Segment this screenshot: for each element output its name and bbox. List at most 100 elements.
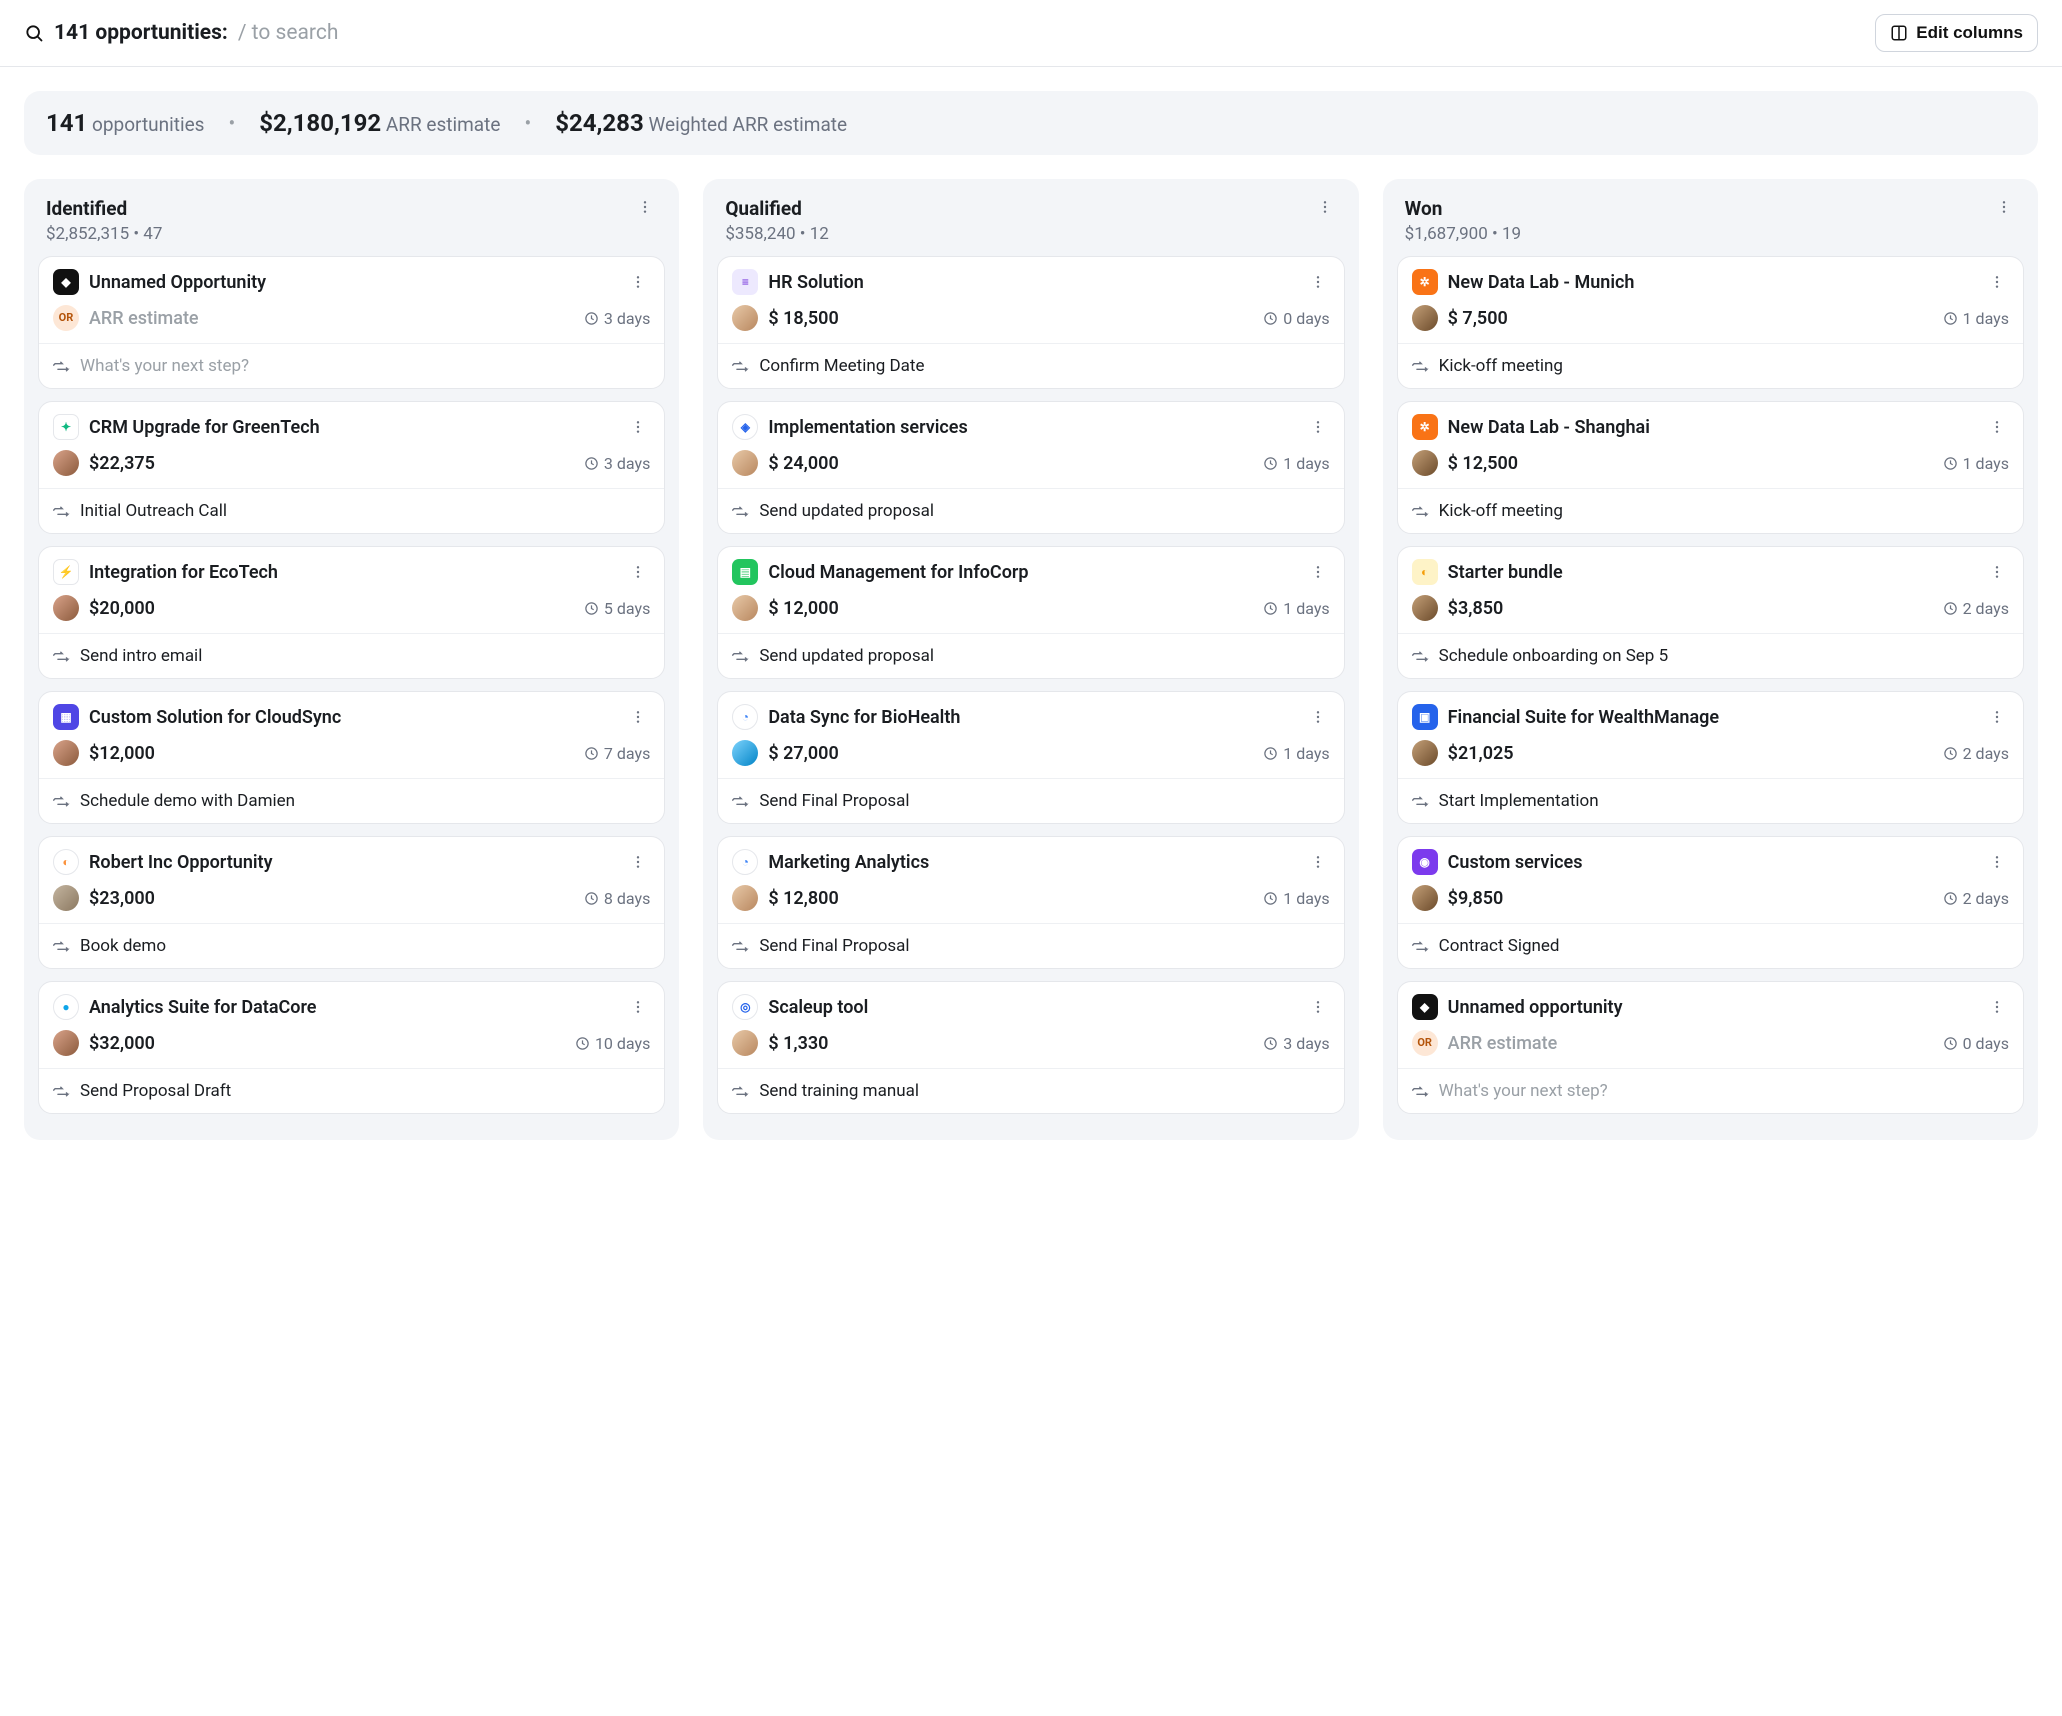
card-menu-button[interactable]: [1985, 419, 2009, 435]
days-in-stage: 2 days: [1943, 889, 2009, 908]
card-menu-button[interactable]: [1985, 854, 2009, 870]
owner-avatar: [53, 595, 79, 621]
column-menu-button[interactable]: [633, 197, 657, 217]
opportunity-card[interactable]: ◆ Unnamed Opportunity OR ARR estimate 3 …: [38, 256, 665, 389]
owner-avatar: [53, 885, 79, 911]
company-logo: ▣: [1412, 704, 1438, 730]
card-menu-button[interactable]: [1985, 709, 2009, 725]
opportunity-card[interactable]: ≡ HR Solution $ 18,500 0 days Confirm Me…: [717, 256, 1344, 389]
opportunity-title: Implementation services: [768, 417, 1295, 438]
search-icon: [24, 23, 44, 43]
card-menu-button[interactable]: [1306, 274, 1330, 290]
next-step-icon: [53, 938, 70, 955]
next-step-row[interactable]: Start Implementation: [1398, 779, 2023, 823]
next-step-row[interactable]: Send updated proposal: [718, 634, 1343, 678]
search-count-label: 141 opportunities:: [54, 21, 228, 45]
card-menu-button[interactable]: [1306, 709, 1330, 725]
next-step-row[interactable]: Initial Outreach Call: [39, 489, 664, 533]
next-step-row[interactable]: Send training manual: [718, 1069, 1343, 1113]
next-step-icon: [1412, 503, 1429, 520]
arr-amount: ARR estimate: [1448, 1033, 1558, 1054]
card-menu-button[interactable]: [1306, 564, 1330, 580]
card-header: ✦ CRM Upgrade for GreenTech: [39, 402, 664, 446]
opportunity-card[interactable]: ✦ CRM Upgrade for GreenTech $22,375 3 da…: [38, 401, 665, 534]
card-metrics: $21,025 2 days: [1398, 736, 2023, 778]
opportunity-card[interactable]: ▦ Custom Solution for CloudSync $12,000 …: [38, 691, 665, 824]
next-step-row[interactable]: Send Proposal Draft: [39, 1069, 664, 1113]
clock-icon: [1943, 311, 1958, 326]
next-step-row[interactable]: Schedule demo with Damien: [39, 779, 664, 823]
opportunity-card[interactable]: ◆ Unnamed opportunity OR ARR estimate 0 …: [1397, 981, 2024, 1114]
next-step-row[interactable]: Contract Signed: [1398, 924, 2023, 968]
next-step-text: Send training manual: [759, 1081, 919, 1101]
next-step-icon: [732, 648, 749, 665]
opportunity-card[interactable]: ◐ Robert Inc Opportunity $23,000 8 days …: [38, 836, 665, 969]
next-step-text: Initial Outreach Call: [80, 501, 227, 521]
opportunity-card[interactable]: ✲ New Data Lab - Shanghai $ 12,500 1 day…: [1397, 401, 2024, 534]
card-metrics: $ 12,500 1 days: [1398, 446, 2023, 488]
opportunity-title: New Data Lab - Shanghai: [1448, 417, 1975, 438]
card-menu-button[interactable]: [1306, 999, 1330, 1015]
opportunity-card[interactable]: ✲ New Data Lab - Munich $ 7,500 1 days K…: [1397, 256, 2024, 389]
next-step-text: What's your next step?: [80, 356, 249, 376]
opportunity-card[interactable]: ◔ Data Sync for BioHealth $ 27,000 1 day…: [717, 691, 1344, 824]
owner-avatar: [732, 1030, 758, 1056]
opportunity-card[interactable]: ⚡ Integration for EcoTech $20,000 5 days…: [38, 546, 665, 679]
card-menu-button[interactable]: [1985, 999, 2009, 1015]
days-in-stage: 10 days: [575, 1034, 650, 1053]
days-in-stage: 0 days: [1943, 1034, 2009, 1053]
opportunity-card[interactable]: ▤ Cloud Management for InfoCorp $ 12,000…: [717, 546, 1344, 679]
owner-avatar: [1412, 885, 1438, 911]
next-step-icon: [1412, 648, 1429, 665]
card-menu-button[interactable]: [626, 854, 650, 870]
arr-amount: $23,000: [89, 888, 155, 909]
next-step-icon: [1412, 358, 1429, 375]
next-step-row[interactable]: Kick-off meeting: [1398, 344, 2023, 388]
opportunity-card[interactable]: ● Analytics Suite for DataCore $32,000 1…: [38, 981, 665, 1114]
card-menu-button[interactable]: [1306, 854, 1330, 870]
opportunity-card[interactable]: ◉ Custom services $9,850 2 days Contract…: [1397, 836, 2024, 969]
opportunity-title: Scaleup tool: [768, 997, 1295, 1018]
card-menu-button[interactable]: [1985, 564, 2009, 580]
column-header: Qualified $358,240 • 12: [717, 193, 1344, 256]
arr-amount: $22,375: [89, 453, 155, 474]
card-metrics: $22,375 3 days: [39, 446, 664, 488]
opportunity-card[interactable]: ▣ Financial Suite for WealthManage $21,0…: [1397, 691, 2024, 824]
company-logo: ▦: [53, 704, 79, 730]
card-menu-button[interactable]: [626, 999, 650, 1015]
company-logo: ▤: [732, 559, 758, 585]
column-menu-button[interactable]: [1313, 197, 1337, 217]
search-area[interactable]: 141 opportunities: / to search: [24, 21, 338, 45]
next-step-row[interactable]: Schedule onboarding on Sep 5: [1398, 634, 2023, 678]
card-menu-button[interactable]: [626, 274, 650, 290]
opportunity-card[interactable]: ◐ Starter bundle $3,850 2 days Schedule …: [1397, 546, 2024, 679]
card-menu-button[interactable]: [626, 709, 650, 725]
next-step-row[interactable]: Send Final Proposal: [718, 779, 1343, 823]
card-menu-button[interactable]: [626, 419, 650, 435]
next-step-row[interactable]: Send Final Proposal: [718, 924, 1343, 968]
owner-placeholder-badge: OR: [53, 305, 79, 331]
company-logo: ✦: [53, 414, 79, 440]
company-logo: ◔: [732, 849, 758, 875]
stat-arr: $2,180,192 ARR estimate: [259, 109, 500, 137]
next-step-row[interactable]: Book demo: [39, 924, 664, 968]
next-step-text: Start Implementation: [1439, 791, 1599, 811]
next-step-row[interactable]: Send intro email: [39, 634, 664, 678]
next-step-row[interactable]: What's your next step?: [39, 344, 664, 388]
next-step-row[interactable]: Confirm Meeting Date: [718, 344, 1343, 388]
opportunity-card[interactable]: ◈ Implementation services $ 24,000 1 day…: [717, 401, 1344, 534]
days-in-stage: 1 days: [1263, 454, 1329, 473]
card-menu-button[interactable]: [1306, 419, 1330, 435]
card-menu-button[interactable]: [1985, 274, 2009, 290]
next-step-row[interactable]: Send updated proposal: [718, 489, 1343, 533]
next-step-row[interactable]: Kick-off meeting: [1398, 489, 2023, 533]
arr-amount: $ 27,000: [768, 743, 838, 764]
opportunity-title: Marketing Analytics: [768, 852, 1295, 873]
opportunity-card[interactable]: ◎ Scaleup tool $ 1,330 3 days Send train…: [717, 981, 1344, 1114]
arr-amount: $32,000: [89, 1033, 155, 1054]
column-menu-button[interactable]: [1992, 197, 2016, 217]
next-step-row[interactable]: What's your next step?: [1398, 1069, 2023, 1113]
edit-columns-button[interactable]: Edit columns: [1875, 14, 2038, 52]
card-menu-button[interactable]: [626, 564, 650, 580]
opportunity-card[interactable]: ◔ Marketing Analytics $ 12,800 1 days Se…: [717, 836, 1344, 969]
